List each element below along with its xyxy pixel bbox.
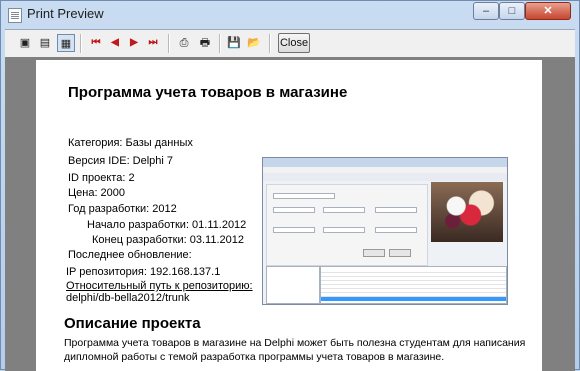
- section-title: Описание проекта: [64, 315, 201, 332]
- first-page-icon[interactable]: ⏮: [87, 34, 105, 52]
- project-id-field: ID проекта: 2: [68, 172, 135, 184]
- last-update-field: Последнее обновление:: [68, 249, 192, 261]
- document-icon: [8, 8, 22, 23]
- repo-ip-field: IP репозитория: 192.168.137.1: [66, 266, 221, 278]
- screenshot-field: [273, 207, 315, 213]
- prev-page-icon[interactable]: ◀: [106, 34, 124, 52]
- print-preview-window: Print Preview – □ ✕ ▣ ▤ ▦ ⏮ ◀ ▶ ⏭ ⎙ 🖶 💾 …: [0, 0, 580, 371]
- end-date-field: Конец разработки: 03.11.2012: [92, 234, 244, 246]
- category-field: Категория: Базы данных: [68, 137, 193, 149]
- screenshot-products-grid: [320, 266, 507, 304]
- separator: [80, 34, 82, 53]
- screenshot-button: [389, 249, 411, 257]
- title-bar[interactable]: Print Preview – □ ✕: [1, 1, 579, 29]
- close-button[interactable]: Close: [278, 33, 310, 53]
- year-field: Год разработки: 2012: [68, 203, 177, 215]
- print-setup-icon[interactable]: ⎙: [175, 34, 193, 52]
- report-page: Программа учета товаров в магазине Катег…: [36, 60, 542, 371]
- fit-page-icon[interactable]: ▣: [16, 34, 34, 52]
- screenshot-toolbar: [263, 173, 507, 181]
- last-page-icon[interactable]: ⏭: [144, 34, 162, 52]
- screenshot-category-list: [266, 266, 320, 304]
- separator: [219, 34, 221, 53]
- screenshot-button: [363, 249, 385, 257]
- print-icon[interactable]: 🖶: [196, 34, 214, 52]
- screenshot-dessert-photo: [431, 182, 503, 242]
- save-icon[interactable]: 💾: [225, 34, 243, 52]
- screenshot-field: [375, 207, 417, 213]
- project-description: Программа учета товаров в магазине на De…: [64, 337, 526, 363]
- start-date-field: Начало разработки: 01.11.2012: [87, 219, 247, 231]
- separator: [269, 34, 271, 53]
- ide-field: Версия IDE: Delphi 7: [68, 155, 174, 167]
- toolbar: ▣ ▤ ▦ ⏮ ◀ ▶ ⏭ ⎙ 🖶 💾 📂 Close: [5, 29, 575, 57]
- minimize-button[interactable]: –: [473, 2, 499, 20]
- screenshot-field: [323, 227, 365, 233]
- screenshot-field: [273, 193, 335, 199]
- screenshot-titlebar: [263, 158, 507, 167]
- maximize-button[interactable]: □: [499, 2, 525, 20]
- separator: [168, 34, 170, 53]
- open-icon[interactable]: 📂: [245, 34, 263, 52]
- screenshot-selected-row: [321, 297, 506, 301]
- repo-path-label: Относительный путь к репозиторию:: [66, 280, 253, 292]
- screenshot-form: [266, 184, 428, 266]
- close-window-button[interactable]: ✕: [525, 2, 571, 20]
- preview-area[interactable]: Программа учета товаров в магазине Катег…: [5, 57, 575, 371]
- screenshot-field: [323, 207, 365, 213]
- window-title: Print Preview: [27, 6, 104, 21]
- repo-path-value: delphi/db-bella2012/trunk: [66, 292, 190, 304]
- app-screenshot-image: [262, 157, 508, 305]
- screenshot-field: [273, 227, 315, 233]
- report-title: Программа учета товаров в магазине: [68, 84, 348, 101]
- next-page-icon[interactable]: ▶: [125, 34, 143, 52]
- multi-page-icon[interactable]: ▦: [57, 34, 75, 52]
- page-width-icon[interactable]: ▤: [36, 34, 54, 52]
- screenshot-field: [375, 227, 417, 233]
- price-field: Цена: 2000: [68, 187, 126, 199]
